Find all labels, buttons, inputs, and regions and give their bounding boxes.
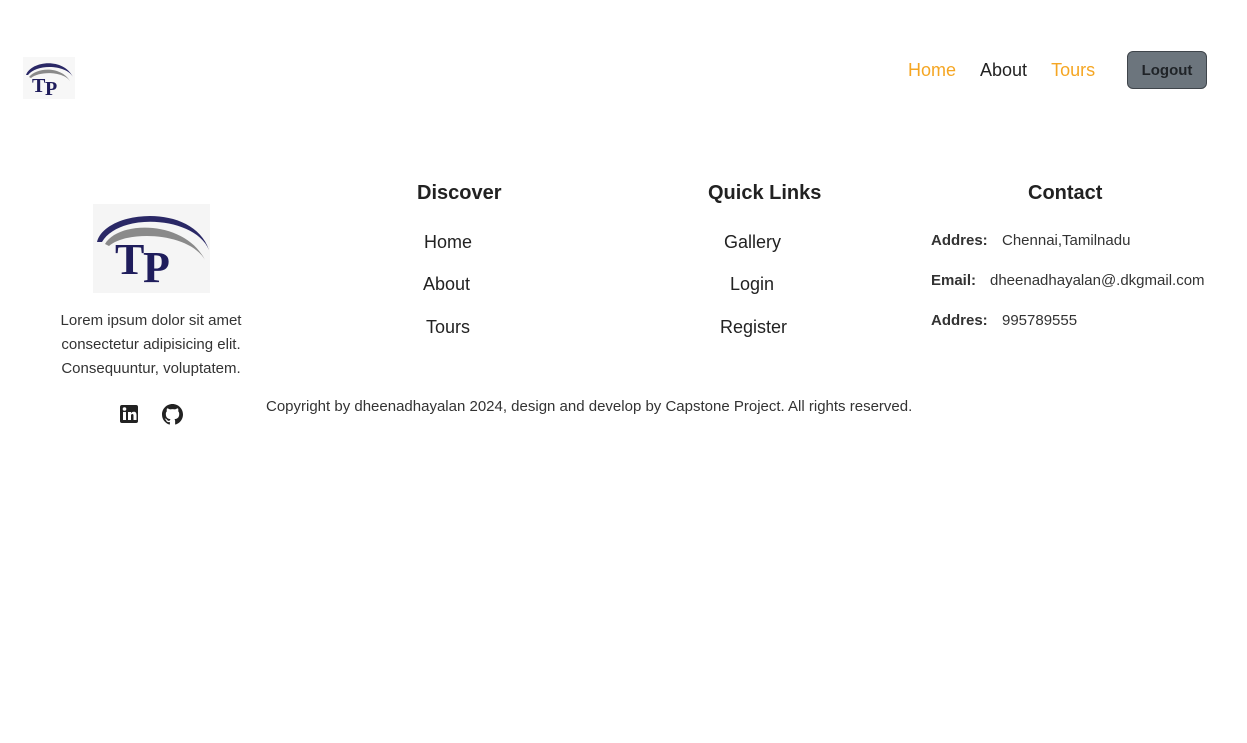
svg-text:T: T — [115, 235, 144, 284]
contact-email-value: dheenadhayalan@.dkgmail.com — [990, 272, 1205, 289]
main-nav: Home About Tours — [908, 58, 1119, 82]
nav-about[interactable]: About — [980, 58, 1027, 82]
logout-button[interactable]: Logout — [1127, 51, 1207, 89]
footer-link-about[interactable]: About — [423, 272, 470, 296]
contact-phone-value: 995789555 — [1002, 312, 1078, 329]
site-logo[interactable]: T P — [23, 57, 75, 100]
contact-address-label: Addres: — [931, 232, 988, 249]
nav-tours[interactable]: Tours — [1051, 58, 1095, 82]
contact-email-label: Email: — [931, 272, 977, 289]
svg-text:P: P — [143, 243, 170, 292]
github-icon[interactable] — [162, 404, 184, 426]
logo-lettering: T — [32, 75, 46, 97]
footer-link-tours[interactable]: Tours — [426, 315, 470, 339]
footer-link-gallery[interactable]: Gallery — [724, 230, 781, 254]
footer-link-login[interactable]: Login — [730, 272, 774, 296]
quick-links-title: Quick Links — [708, 182, 822, 204]
footer-link-register[interactable]: Register — [720, 315, 787, 339]
site-header: T P Home About Tours Logout — [0, 0, 1247, 140]
linkedin-icon[interactable] — [119, 404, 141, 426]
discover-title: Discover — [417, 182, 502, 204]
nav-home[interactable]: Home — [908, 58, 956, 82]
copyright-text: Copyright by dheenadhayalan 2024, design… — [266, 398, 913, 415]
contact-phone-label: Addres: — [931, 312, 988, 329]
contact-address-value: Chennai,Tamilnadu — [1002, 232, 1131, 249]
footer-description: Lorem ipsum dolor sit amet consectetur a… — [60, 312, 242, 377]
svg-text:P: P — [45, 78, 57, 99]
contact-title: Contact — [1028, 182, 1103, 204]
footer-link-home[interactable]: Home — [424, 230, 472, 254]
footer-logo: T P — [93, 204, 210, 293]
